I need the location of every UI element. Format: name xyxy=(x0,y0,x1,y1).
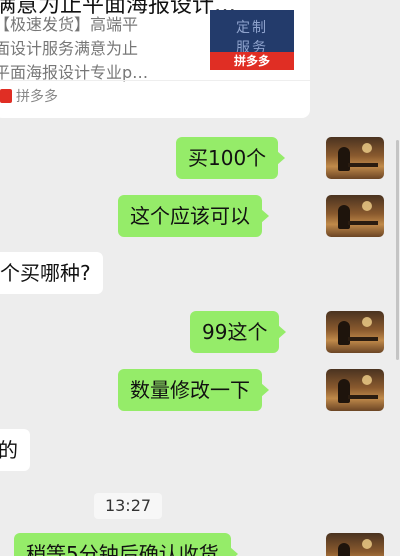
message-bubble-sent[interactable]: 99这个 xyxy=(190,311,287,353)
message-bubble-sent[interactable]: 买100个 xyxy=(176,137,286,179)
product-description: 【极速发货】高端平 面设计服务满意为止 平面海报设计专业p… xyxy=(0,13,202,85)
message-bubble-sent[interactable]: 数量修改一下 xyxy=(118,369,269,411)
pinduoduo-icon xyxy=(0,89,12,103)
product-description-line: 【极速发货】高端平 xyxy=(0,15,139,34)
user-avatar[interactable] xyxy=(326,311,384,353)
product-thumbnail: 定制 服务 拼多多 xyxy=(210,10,294,70)
message-bubble-sent[interactable]: 稍等5分钟后确认收货 xyxy=(14,533,238,556)
message-bubble-received[interactable]: 的 xyxy=(0,429,30,471)
message-timestamp: 13:27 xyxy=(94,493,162,519)
message-bubble-received[interactable]: 个买哪种? xyxy=(0,252,103,294)
card-source: 拼多多 xyxy=(0,86,58,106)
scrollbar[interactable] xyxy=(396,140,399,360)
shared-product-card[interactable]: 满意为止平面海报设计… 【极速发货】高端平 面设计服务满意为止 平面海报设计专业… xyxy=(0,0,310,118)
pinduoduo-badge: 拼多多 xyxy=(210,52,294,70)
card-source-label: 拼多多 xyxy=(16,89,58,105)
user-avatar[interactable] xyxy=(326,369,384,411)
thumbnail-text: 定制 xyxy=(236,20,268,36)
user-avatar[interactable] xyxy=(326,137,384,179)
message-bubble-sent[interactable]: 这个应该可以 xyxy=(118,195,269,237)
product-description-line: 平面海报设计专业p… xyxy=(0,63,149,82)
user-avatar[interactable] xyxy=(326,195,384,237)
user-avatar[interactable] xyxy=(326,533,384,556)
product-description-line: 面设计服务满意为止 xyxy=(0,39,139,58)
card-divider xyxy=(0,80,310,81)
